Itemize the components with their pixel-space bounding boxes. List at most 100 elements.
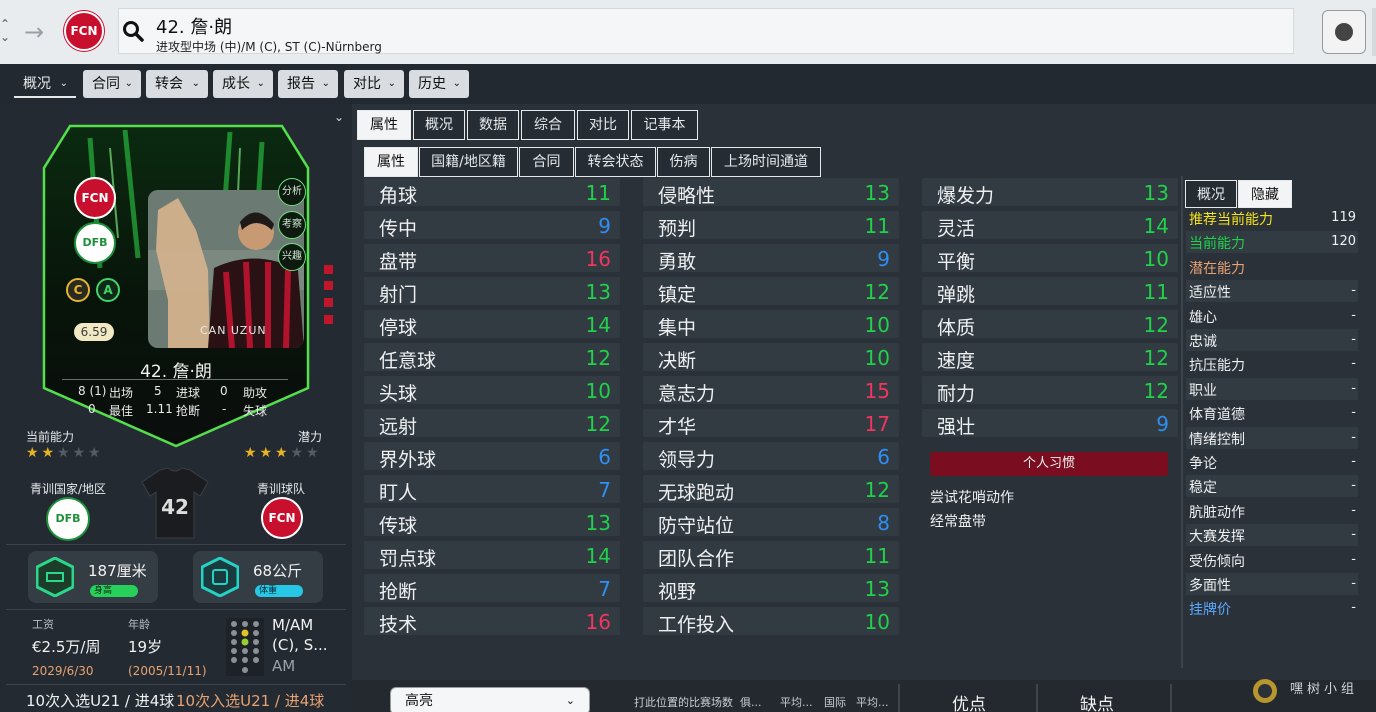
globe-button[interactable] <box>1322 10 1366 54</box>
tab-summary[interactable]: 综合 <box>521 110 575 140</box>
attribute-row[interactable]: 决断 10 <box>643 343 899 372</box>
attribute-row[interactable]: 工作投入 10 <box>643 607 899 636</box>
club-badge-icon: FCN <box>74 177 116 219</box>
menu-tab-overview[interactable]: 概况 ⌄ <box>14 70 76 98</box>
attribute-row[interactable]: 耐力 12 <box>922 376 1178 405</box>
subtab-playing-time[interactable]: 上场时间通道 <box>711 147 821 177</box>
hidden-attribute-value: - <box>1351 527 1356 543</box>
attribute-value: 10 <box>864 346 890 370</box>
average-column-header[interactable]: 平均... <box>780 694 813 710</box>
attribute-row[interactable]: 镇定 12 <box>643 277 899 306</box>
attribute-row[interactable]: 意志力 15 <box>643 376 899 405</box>
hidden-attribute-row[interactable]: 当前能力 120 <box>1186 231 1358 254</box>
hidden-attribute-row[interactable]: 推荐当前能力 119 <box>1186 207 1358 229</box>
attribute-row[interactable]: 传中 9 <box>364 211 620 240</box>
attribute-row[interactable]: 爆发力 13 <box>922 178 1178 207</box>
attribute-row[interactable]: 界外球 6 <box>364 442 620 471</box>
subtab-nationality[interactable]: 国籍/地区籍 <box>419 147 518 177</box>
photo-caption: CAN UZUN <box>200 324 267 337</box>
attribute-row[interactable]: 侵略性 13 <box>643 178 899 207</box>
position-line-3: AM <box>272 657 296 675</box>
hidden-attribute-row[interactable]: 雄心 - <box>1186 305 1358 327</box>
menu-tab-compare[interactable]: 对比 ⌄ <box>344 70 404 98</box>
attribute-row[interactable]: 视野 13 <box>643 574 899 603</box>
attribute-row[interactable]: 强壮 9 <box>922 409 1178 438</box>
attribute-row[interactable]: 平衡 10 <box>922 244 1178 273</box>
subtab-attributes[interactable]: 属性 <box>364 147 418 177</box>
national-team-badge-icon: DFB <box>74 222 116 264</box>
scout-button[interactable]: 考察 <box>278 211 306 239</box>
forward-arrow-icon[interactable]: → <box>24 20 44 44</box>
hidden-attribute-name: 稳定 <box>1189 480 1217 497</box>
tab-hidden-attributes[interactable]: 隐藏 <box>1238 180 1292 208</box>
analyze-button[interactable]: 分析 <box>278 178 306 206</box>
attribute-row[interactable]: 集中 10 <box>643 310 899 339</box>
attribute-row[interactable]: 体质 12 <box>922 310 1178 339</box>
attribute-row[interactable]: 射门 13 <box>364 277 620 306</box>
attribute-row[interactable]: 团队合作 11 <box>643 541 899 570</box>
hidden-attribute-row[interactable]: 多面性 - <box>1186 573 1358 595</box>
hidden-attribute-row[interactable]: 适应性 - <box>1186 280 1358 303</box>
tab-stats[interactable]: 数据 <box>467 110 519 140</box>
attribute-row[interactable]: 停球 14 <box>364 310 620 339</box>
highlight-select-value: 高亮 <box>405 693 433 709</box>
hidden-attribute-row[interactable]: 体育道德 - <box>1186 402 1358 424</box>
attribute-row[interactable]: 防守站位 8 <box>643 508 899 537</box>
hidden-attribute-row[interactable]: 挂牌价 - <box>1186 597 1358 619</box>
attribute-row[interactable]: 罚点球 14 <box>364 541 620 570</box>
attribute-row[interactable]: 技术 16 <box>364 607 620 636</box>
menu-tab-transfer[interactable]: 转会 ⌄ <box>146 70 208 98</box>
attribute-value: 11 <box>864 214 890 238</box>
interest-button[interactable]: 兴趣 <box>278 243 306 271</box>
menu-tab-reports[interactable]: 报告 ⌄ <box>278 70 338 98</box>
hidden-attribute-row[interactable]: 肮脏动作 - <box>1186 500 1358 522</box>
subtab-injuries[interactable]: 伤病 <box>657 147 710 177</box>
menu-tab-contract[interactable]: 合同 ⌄ <box>83 70 141 98</box>
attribute-row[interactable]: 预判 11 <box>643 211 899 240</box>
hidden-attribute-row[interactable]: 争论 - <box>1186 451 1358 473</box>
attribute-row[interactable]: 才华 17 <box>643 409 899 438</box>
attribute-row[interactable]: 速度 12 <box>922 343 1178 372</box>
tab-overview[interactable]: 概况 <box>413 110 465 140</box>
menu-tab-development[interactable]: 成长 ⌄ <box>213 70 273 98</box>
chevron-down-icon[interactable]: ⌄ <box>334 110 344 124</box>
club-column-header[interactable]: 俱... <box>740 694 762 710</box>
hidden-attribute-row[interactable]: 受伤倾向 - <box>1186 549 1358 571</box>
attribute-row[interactable]: 头球 10 <box>364 376 620 405</box>
tab-notebook[interactable]: 记事本 <box>631 110 698 140</box>
highlight-select[interactable]: 高亮 ⌄ <box>390 687 590 712</box>
hidden-attribute-row[interactable]: 大赛发挥 - <box>1186 524 1358 547</box>
tab-hidden-overview[interactable]: 概况 <box>1185 180 1237 208</box>
average-column-header[interactable]: 平均... <box>856 694 889 710</box>
tab-compare[interactable]: 对比 <box>577 110 629 140</box>
attribute-row[interactable]: 远射 12 <box>364 409 620 438</box>
subtab-contract[interactable]: 合同 <box>519 147 574 177</box>
attribute-row[interactable]: 角球 11 <box>364 178 620 207</box>
attribute-row[interactable]: 灵活 14 <box>922 211 1178 240</box>
attribute-row[interactable]: 勇敢 9 <box>643 244 899 273</box>
hidden-attribute-row[interactable]: 情绪控制 - <box>1186 426 1358 449</box>
youth-nation-badge-icon[interactable]: DFB <box>46 497 90 541</box>
attribute-row[interactable]: 领导力 6 <box>643 442 899 471</box>
search-icon[interactable] <box>122 20 144 42</box>
hidden-attribute-row[interactable]: 职业 - <box>1186 377 1358 400</box>
attribute-row[interactable]: 抢断 7 <box>364 574 620 603</box>
tab-attributes[interactable]: 属性 <box>357 110 411 140</box>
international-column-header[interactable]: 国际 <box>824 694 846 710</box>
attribute-row[interactable]: 盯人 7 <box>364 475 620 504</box>
menu-tab-history[interactable]: 历史 ⌄ <box>409 70 469 98</box>
hidden-attribute-row[interactable]: 潜在能力 <box>1186 256 1358 278</box>
attribute-row[interactable]: 无球跑动 12 <box>643 475 899 504</box>
youth-club-badge-icon[interactable]: FCN <box>261 497 303 539</box>
subtab-transfer-status[interactable]: 转会状态 <box>575 147 656 177</box>
attribute-row[interactable]: 传球 13 <box>364 508 620 537</box>
hidden-attribute-row[interactable]: 忠诚 - <box>1186 329 1358 351</box>
attribute-row[interactable]: 任意球 12 <box>364 343 620 372</box>
nav-up-down-icon[interactable]: ⌃ ⌄ <box>0 18 14 46</box>
hidden-attribute-row[interactable]: 抗压能力 - <box>1186 353 1358 375</box>
hidden-attribute-row[interactable]: 稳定 - <box>1186 475 1358 498</box>
attribute-row[interactable]: 盘带 16 <box>364 244 620 273</box>
attribute-row[interactable]: 弹跳 11 <box>922 277 1178 306</box>
attribute-value: 6 <box>598 445 611 469</box>
club-logo[interactable]: FCN <box>64 11 104 51</box>
